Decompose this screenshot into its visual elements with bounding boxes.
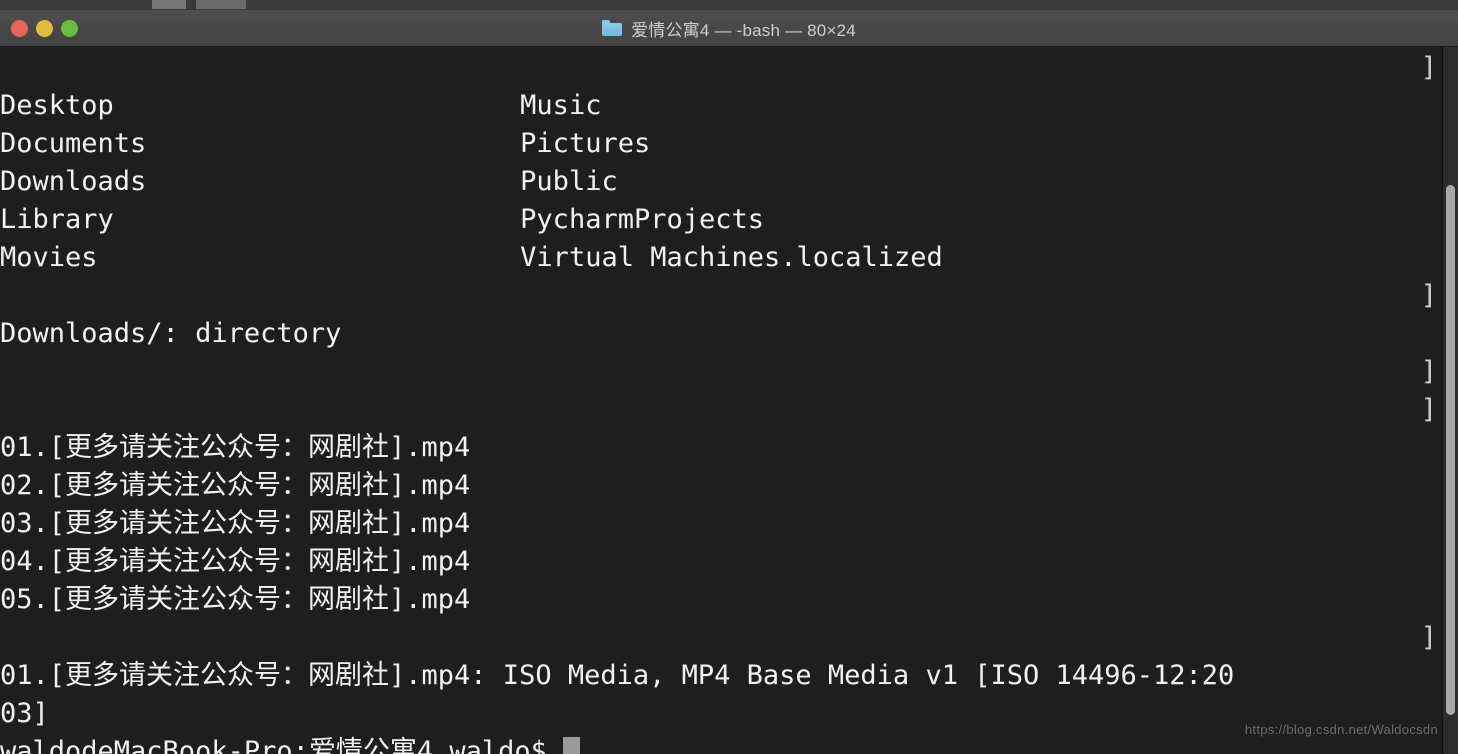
terminal-prompt-line: ] xyxy=(0,277,1440,315)
terminal-prompt-line: waldodeMacBook-Pro:爱情公寓4 waldo$ xyxy=(0,733,1440,754)
background-window-chunk xyxy=(1428,0,1458,9)
terminal-output-line: 03.[更多请关注公众号：网剧社].mp4 xyxy=(0,508,471,539)
folder-icon xyxy=(602,20,623,36)
terminal-output-line: Downloads/: directory xyxy=(0,318,342,349)
scrollbar-thumb[interactable] xyxy=(1446,185,1455,715)
terminal-output-line: Downloads Public xyxy=(0,166,618,197)
background-window-chunk xyxy=(196,0,246,9)
terminal-output-line: Documents Pictures xyxy=(0,128,651,159)
terminal-cursor xyxy=(563,737,581,754)
prompt-closing-bracket: ] xyxy=(1420,394,1437,425)
close-button[interactable] xyxy=(11,19,28,37)
terminal-output-line: 02.[更多请关注公众号：网剧社].mp4 xyxy=(0,470,471,501)
zoom-button[interactable] xyxy=(61,19,78,37)
prompt-closing-bracket: ] xyxy=(1420,280,1437,311)
terminal-output-line: Library PycharmProjects xyxy=(0,204,765,235)
terminal-prompt-line: ] xyxy=(0,619,1440,657)
terminal-prompt-line: ] xyxy=(0,353,1440,391)
vertical-scrollbar[interactable] xyxy=(1442,47,1458,754)
traffic-light-buttons xyxy=(11,10,78,46)
watermark: https://blog.csdn.net/Waldocsdn xyxy=(1244,722,1438,737)
terminal-screen: ] Desktop Music Documents Pictures Download… xyxy=(0,47,1440,754)
window-title-area: 爱情公寓4 — -bash — 80×24 xyxy=(602,16,856,41)
prompt-closing-bracket: ] xyxy=(1420,52,1437,83)
terminal-output-line: 01.[更多请关注公众号：网剧社].mp4: ISO Media, MP4 Ba… xyxy=(0,660,1235,691)
background-window-chunk xyxy=(152,0,186,9)
terminal-output-line: Desktop Music xyxy=(0,90,602,121)
terminal-output-line: 03] xyxy=(0,698,49,729)
terminal-body[interactable]: ] Desktop Music Documents Pictures Download… xyxy=(0,47,1458,754)
window-title: 爱情公寓4 — -bash — 80×24 xyxy=(631,20,856,40)
prompt-closing-bracket: ] xyxy=(1420,356,1437,387)
terminal-output-line: 05.[更多请关注公众号：网剧社].mp4 xyxy=(0,584,471,615)
terminal-window: 爱情公寓4 — -bash — 80×24 ] Desktop Music Docu… xyxy=(0,10,1458,754)
prompt-closing-bracket: ] xyxy=(1420,622,1437,653)
terminal-output-line: Movies Virtual Machines.localized xyxy=(0,242,943,273)
window-titlebar[interactable]: 爱情公寓4 — -bash — 80×24 xyxy=(0,10,1458,47)
minimize-button[interactable] xyxy=(36,19,53,37)
terminal-output-line: 04.[更多请关注公众号：网剧社].mp4 xyxy=(0,546,471,577)
terminal-output-line: 01.[更多请关注公众号：网剧社].mp4 xyxy=(0,432,471,463)
terminal-prompt-line: ] xyxy=(0,391,1440,429)
terminal-line-text: waldodeMacBook-Pro:爱情公寓4 waldo$ xyxy=(0,736,564,754)
terminal-prompt-line: ] xyxy=(0,49,1440,87)
